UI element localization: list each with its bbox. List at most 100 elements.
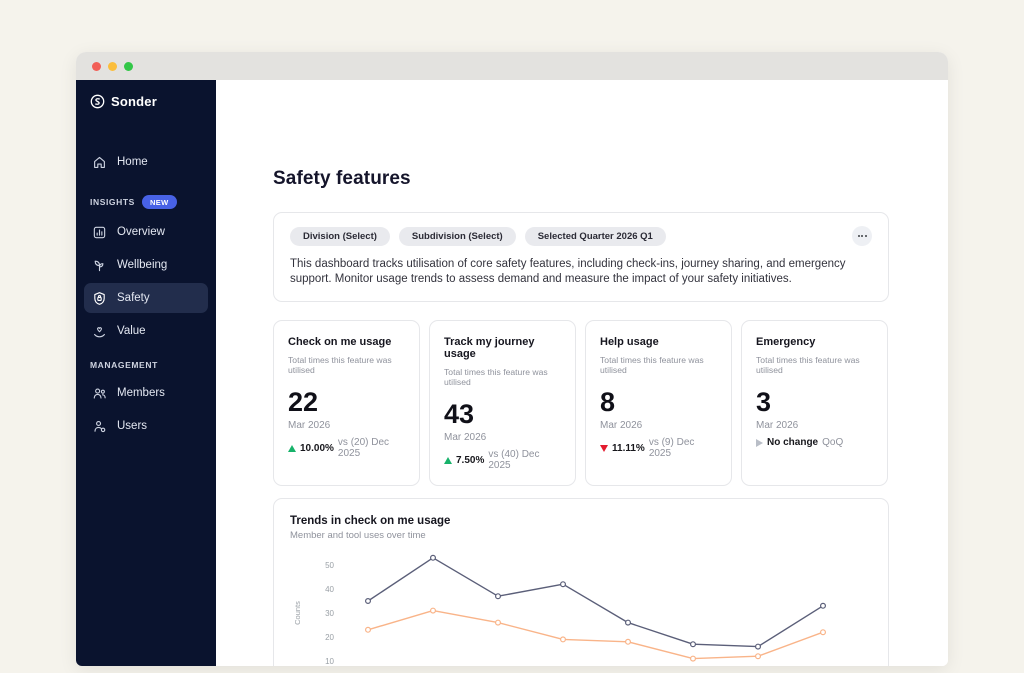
data-point [560, 636, 567, 643]
card-menu-button[interactable] [852, 226, 872, 246]
data-point [690, 641, 697, 648]
stat-period: Mar 2026 [600, 420, 643, 431]
sidebar-item-members[interactable]: Members [84, 378, 208, 408]
data-point [430, 554, 437, 561]
sidebar-item-label: Home [117, 156, 148, 168]
stat-title: Help usage [600, 336, 659, 348]
chart-yaxis-label: Counts [293, 601, 302, 625]
logo[interactable]: Sonder [76, 94, 216, 109]
data-point [755, 643, 762, 650]
safety-icon [92, 291, 107, 306]
data-point [819, 629, 826, 636]
logo-text: Sonder [111, 94, 157, 109]
division-filter-chip[interactable]: Division (Select) [290, 226, 390, 246]
y-tick-label: 20 [325, 633, 334, 642]
stat-value: 8 [600, 387, 616, 417]
stat-period: Mar 2026 [288, 420, 331, 431]
data-point [495, 619, 502, 626]
minimize-window-icon[interactable] [108, 61, 117, 71]
overview-icon [92, 225, 107, 240]
delta-value: 7.50% [456, 454, 485, 466]
data-point [364, 626, 371, 633]
sidebar-item-label: Members [117, 387, 165, 399]
chart-title: Trends in check on me usage [290, 515, 451, 527]
stat-value: 43 [444, 399, 475, 429]
trend-chart-card: Trends in check on me usage Member and t… [273, 498, 889, 666]
y-tick-label: 50 [325, 561, 334, 570]
delta-comparison: vs (20) Dec 2025 [337, 437, 390, 459]
data-point [625, 638, 632, 645]
stat-card-check-on-me: Check on me usage Total times this featu… [273, 320, 420, 486]
sidebar-item-label: Overview [117, 226, 165, 238]
data-point [625, 619, 632, 626]
stat-value: 3 [756, 387, 772, 417]
data-point [430, 607, 437, 614]
sidebar-item-users[interactable]: Users [84, 411, 208, 441]
sidebar-item-label: Users [117, 420, 148, 432]
y-tick-label: 40 [325, 585, 334, 594]
management-section-label: MANAGEMENT [90, 360, 158, 370]
y-tick-label: 10 [325, 657, 334, 666]
data-point [690, 655, 697, 662]
chart-subtitle: Member and tool uses over time [290, 530, 426, 541]
sidebar-item-home[interactable]: Home [84, 147, 208, 177]
data-point [755, 653, 762, 660]
sidebar-item-label: Safety [117, 292, 150, 304]
insights-section-label: INSIGHTS [90, 197, 135, 207]
delta-value: No change [767, 437, 819, 448]
data-point [364, 597, 371, 604]
home-icon [92, 155, 107, 170]
close-window-icon[interactable] [92, 61, 101, 71]
series-line-unique-members [367, 609, 824, 660]
stats-row: Check on me usage Total times this featu… [273, 320, 889, 486]
members-icon [92, 386, 107, 401]
y-tick-label: 30 [325, 609, 334, 618]
trend-up-icon [444, 456, 452, 464]
value-icon [92, 324, 107, 339]
sidebar-item-value[interactable]: Value [84, 316, 208, 346]
data-point [819, 602, 826, 609]
main-content: Safety features Division (Select) Subdiv… [216, 80, 948, 666]
stat-title: Emergency [756, 336, 816, 348]
window-titlebar [76, 52, 948, 80]
wellbeing-icon [92, 258, 107, 273]
subdivision-filter-chip[interactable]: Subdivision (Select) [398, 226, 516, 246]
sidebar-item-label: Value [117, 325, 146, 337]
delta-comparison: QoQ [822, 437, 844, 448]
stat-period: Mar 2026 [444, 432, 487, 443]
stat-value: 22 [288, 387, 319, 417]
filters-card: Division (Select) Subdivision (Select) S… [273, 212, 889, 302]
management-section-header: MANAGEMENT [76, 360, 216, 370]
no-change-icon [756, 438, 763, 447]
stat-subtitle: Total times this feature was utilised [288, 355, 392, 375]
data-point [560, 581, 567, 588]
delta-value: 10.00% [300, 442, 334, 454]
page-title: Safety features [273, 168, 411, 189]
sidebar-item-overview[interactable]: Overview [84, 217, 208, 247]
quarter-filter-chip[interactable]: Selected Quarter 2026 Q1 [524, 226, 666, 246]
sonder-logo-icon [90, 94, 105, 109]
trend-down-icon [600, 444, 608, 452]
sidebar: Sonder Home INSIGHTS NEW Overview Wellbe… [76, 80, 216, 666]
app-window: Sonder Home INSIGHTS NEW Overview Wellbe… [76, 52, 948, 666]
users-icon [92, 419, 107, 434]
stat-subtitle: Total times this feature was utilised [756, 355, 860, 375]
sidebar-item-safety[interactable]: Safety [84, 283, 208, 313]
stat-card-track-journey: Track my journey usage Total times this … [429, 320, 576, 486]
stat-title: Track my journey usage [444, 336, 535, 360]
insights-section-header: INSIGHTS NEW [76, 195, 216, 209]
stat-subtitle: Total times this feature was utilised [444, 367, 548, 387]
trend-up-icon [288, 444, 296, 452]
stat-period: Mar 2026 [756, 420, 799, 431]
zoom-window-icon[interactable] [124, 61, 133, 71]
data-point [495, 593, 502, 600]
sidebar-item-wellbeing[interactable]: Wellbeing [84, 250, 208, 280]
new-badge: NEW [141, 195, 177, 209]
sidebar-item-label: Wellbeing [117, 259, 168, 271]
stat-subtitle: Total times this feature was utilised [600, 355, 704, 375]
stat-card-emergency: Emergency Total times this feature was u… [741, 320, 888, 486]
ellipsis-icon [857, 235, 860, 237]
series-line-total-uses [367, 557, 824, 648]
trend-chart-svg: 1020304050CountsQ2 2024Q3 2024Q4 2024Q1 … [293, 554, 826, 666]
stat-card-help: Help usage Total times this feature was … [585, 320, 732, 486]
